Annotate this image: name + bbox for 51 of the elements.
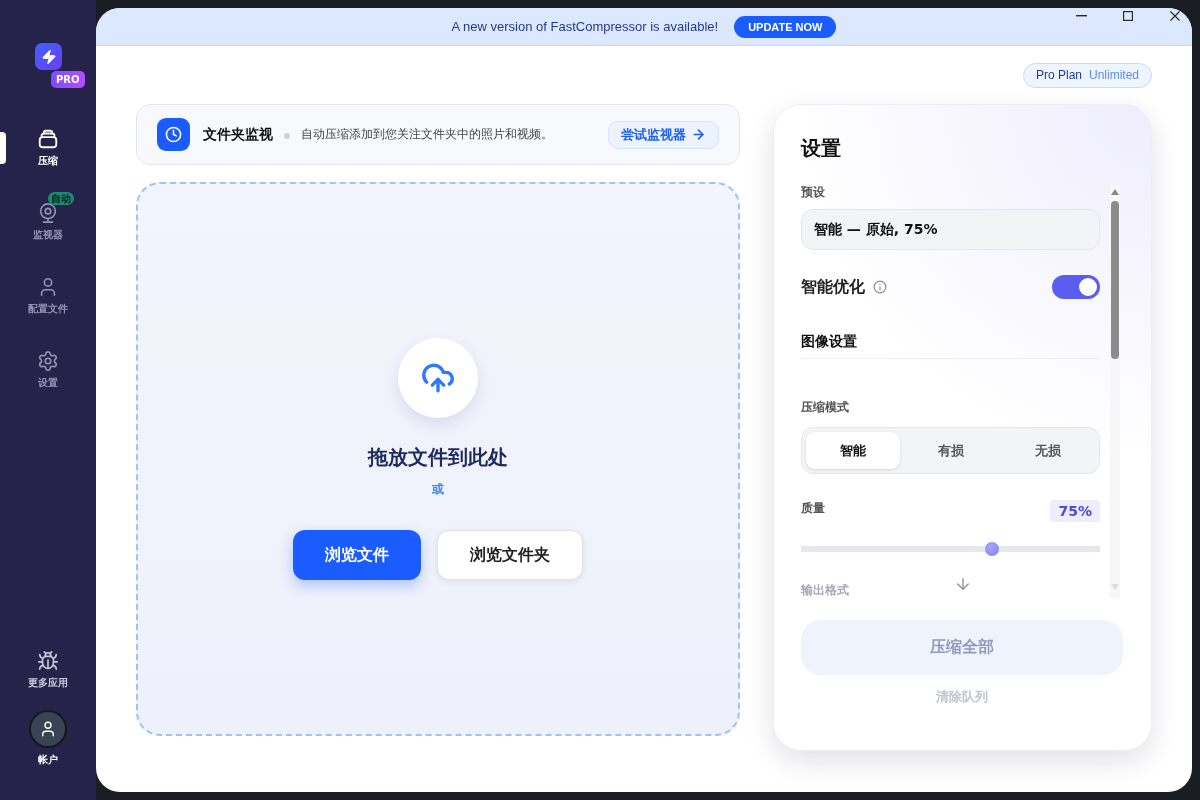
stacked-box-icon bbox=[37, 128, 59, 150]
card-title: 文件夹监视 bbox=[203, 125, 273, 144]
slider-thumb[interactable] bbox=[985, 542, 1000, 556]
arrow-right-icon bbox=[691, 127, 706, 142]
try-monitor-button[interactable]: 尝试监视器 bbox=[608, 120, 719, 149]
field-label: 预设 bbox=[801, 184, 825, 200]
avatar-icon bbox=[29, 710, 67, 748]
close-icon bbox=[1170, 11, 1180, 21]
bug-icon bbox=[37, 650, 59, 672]
field-label: 输出格式 bbox=[801, 582, 849, 598]
toggle-label: 智能优化 bbox=[801, 276, 865, 298]
auto-badge: 自动 bbox=[48, 192, 74, 205]
info-icon[interactable] bbox=[873, 280, 887, 294]
banner-message: A new version of FastCompressor is available! bbox=[451, 19, 719, 34]
quality-value: 75% bbox=[1050, 500, 1100, 522]
account-button[interactable]: 帐户 bbox=[29, 710, 67, 767]
card-description: 自动压缩添加到您关注文件夹中的照片和视频。 bbox=[301, 126, 553, 143]
scroll-up-icon[interactable] bbox=[1111, 189, 1119, 195]
scrollbar-thumb[interactable] bbox=[1111, 201, 1119, 359]
segment-option[interactable]: 无损 bbox=[1001, 432, 1095, 469]
segment-option[interactable]: 智能 bbox=[806, 432, 900, 469]
preset-field[interactable]: 智能 — 原始, 75% bbox=[801, 209, 1100, 250]
dot-icon bbox=[284, 132, 290, 139]
minimize-icon bbox=[1075, 15, 1087, 17]
plan-name-label: Pro Plan bbox=[1035, 68, 1082, 82]
settings-icon bbox=[37, 350, 59, 372]
maximize-icon bbox=[1123, 11, 1133, 21]
nav-item[interactable]: 配置文件 bbox=[0, 264, 96, 338]
arrow-down-icon bbox=[954, 575, 972, 593]
clock-icon bbox=[157, 118, 190, 151]
toggle-switch[interactable] bbox=[1052, 275, 1100, 299]
plan-level-label: Unlimited bbox=[1089, 68, 1139, 82]
drop-heading: 拖放文件到此处 bbox=[368, 444, 508, 471]
or-text: 或 bbox=[432, 481, 444, 497]
nav-item[interactable]: 设置 bbox=[0, 338, 96, 412]
nav-item[interactable]: 压缩 bbox=[0, 116, 96, 190]
more-apps-button[interactable]: 更多应用 bbox=[28, 650, 68, 690]
nav-item[interactable]: 自动 监视器 bbox=[0, 190, 96, 264]
browse-folder-button[interactable]: 浏览文件夹 bbox=[437, 530, 583, 580]
segment-option[interactable]: 有损 bbox=[903, 432, 998, 469]
active-indicator bbox=[0, 132, 6, 164]
update-button[interactable]: UPDATE NOW bbox=[734, 15, 837, 38]
panel-title: 设置 bbox=[801, 135, 842, 162]
pro-badge: PRO bbox=[51, 71, 85, 88]
lightning-logo-icon bbox=[35, 43, 62, 70]
browse-files-button[interactable]: 浏览文件 bbox=[293, 530, 421, 580]
scrollbar[interactable] bbox=[1110, 184, 1120, 598]
field-label: 质量 bbox=[801, 500, 825, 516]
section-title: 图像设置 bbox=[801, 332, 857, 351]
field-label: 压缩模式 bbox=[801, 399, 849, 415]
webcam-icon bbox=[37, 202, 59, 224]
